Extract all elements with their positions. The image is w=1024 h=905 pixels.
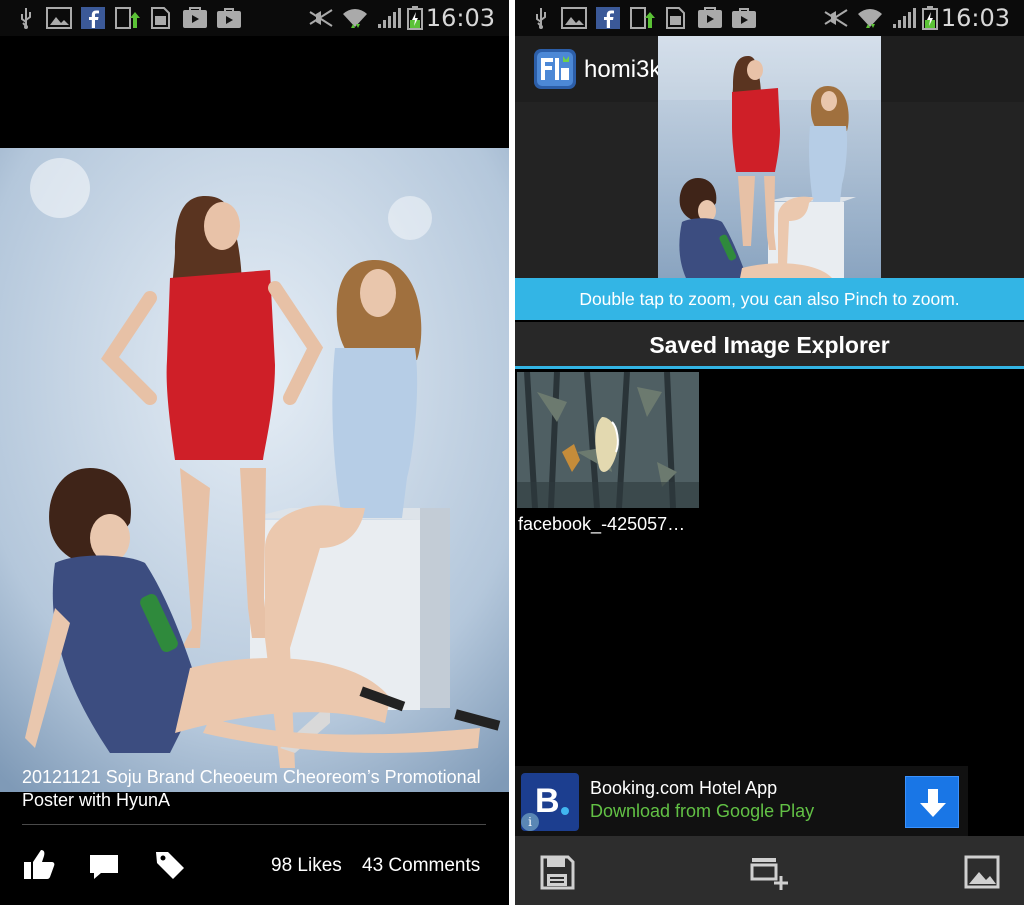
- facebook-photo-screen: 16:03 20121121 Soju Brand Cheoeum Cheore…: [0, 0, 509, 905]
- likes-count[interactable]: 98 Likes: [271, 855, 342, 877]
- battery-icon: [407, 6, 423, 30]
- photo-caption: 20121121 Soju Brand Cheoeum Cheoreom’s P…: [22, 767, 481, 810]
- wifi-icon: [343, 9, 367, 28]
- signal-icon: [893, 8, 916, 28]
- save-icon[interactable]: [537, 852, 577, 892]
- play-store-icon: [183, 7, 207, 28]
- ad-title: Booking.com Hotel App: [590, 778, 778, 798]
- info-icon[interactable]: i: [521, 813, 539, 831]
- usb-icon: [21, 8, 31, 29]
- facebook-icon: [596, 7, 620, 29]
- play-store-icon: [698, 7, 722, 28]
- clock: 16:03: [425, 4, 495, 32]
- gallery-icon: [561, 7, 587, 29]
- sd-card-icon: [151, 7, 170, 29]
- comment-icon[interactable]: [87, 848, 121, 882]
- add-to-list-icon[interactable]: [749, 852, 789, 892]
- section-divider: [515, 366, 1024, 369]
- battery-icon: [922, 6, 938, 30]
- tag-icon[interactable]: [153, 848, 187, 882]
- mute-icon: [824, 9, 848, 27]
- section-title: Saved Image Explorer: [515, 322, 1024, 368]
- bag-icon: [217, 8, 241, 28]
- signal-icon: [378, 8, 401, 28]
- divider: [22, 824, 486, 825]
- ad-banner[interactable]: B i Booking.com Hotel App Download from …: [515, 766, 968, 836]
- sd-card-icon: [666, 7, 685, 29]
- comments-count[interactable]: 43 Comments: [362, 855, 480, 877]
- status-bar: 16:03: [515, 0, 1024, 36]
- zoom-hint-banner: Double tap to zoom, you can also Pinch t…: [515, 278, 1024, 320]
- feedback-bar: 98 Likes 43 Comments: [0, 838, 509, 894]
- image-icon[interactable]: [962, 852, 1002, 892]
- fig-app-screen: 16:03 homi3kh FIG Double tap to zoom, yo…: [515, 0, 1024, 905]
- poster-photo[interactable]: [0, 148, 509, 792]
- preview-image[interactable]: [658, 36, 881, 278]
- clock: 16:03: [940, 4, 1010, 32]
- app-logo-icon: [534, 49, 576, 89]
- booking-logo-letter: B: [535, 782, 560, 820]
- like-icon[interactable]: [22, 848, 56, 882]
- bag-icon: [732, 8, 756, 28]
- usb-icon: [536, 8, 546, 29]
- bottom-action-bar: [515, 836, 1024, 905]
- gallery-icon: [46, 7, 72, 29]
- status-bar: 16:03: [0, 0, 509, 36]
- upload-icon: [630, 7, 655, 29]
- thumbnail-filename: facebook_-425057…: [518, 514, 686, 534]
- ad-download-button[interactable]: [905, 776, 959, 828]
- booking-logo-dot: [561, 807, 569, 815]
- saved-image-thumbnail[interactable]: [517, 372, 699, 508]
- upload-icon: [115, 7, 140, 29]
- wifi-icon: [858, 9, 882, 28]
- mute-icon: [309, 9, 333, 27]
- ad-subtitle: Download from Google Play: [590, 801, 815, 821]
- facebook-icon: [81, 7, 105, 29]
- download-icon: [920, 789, 946, 817]
